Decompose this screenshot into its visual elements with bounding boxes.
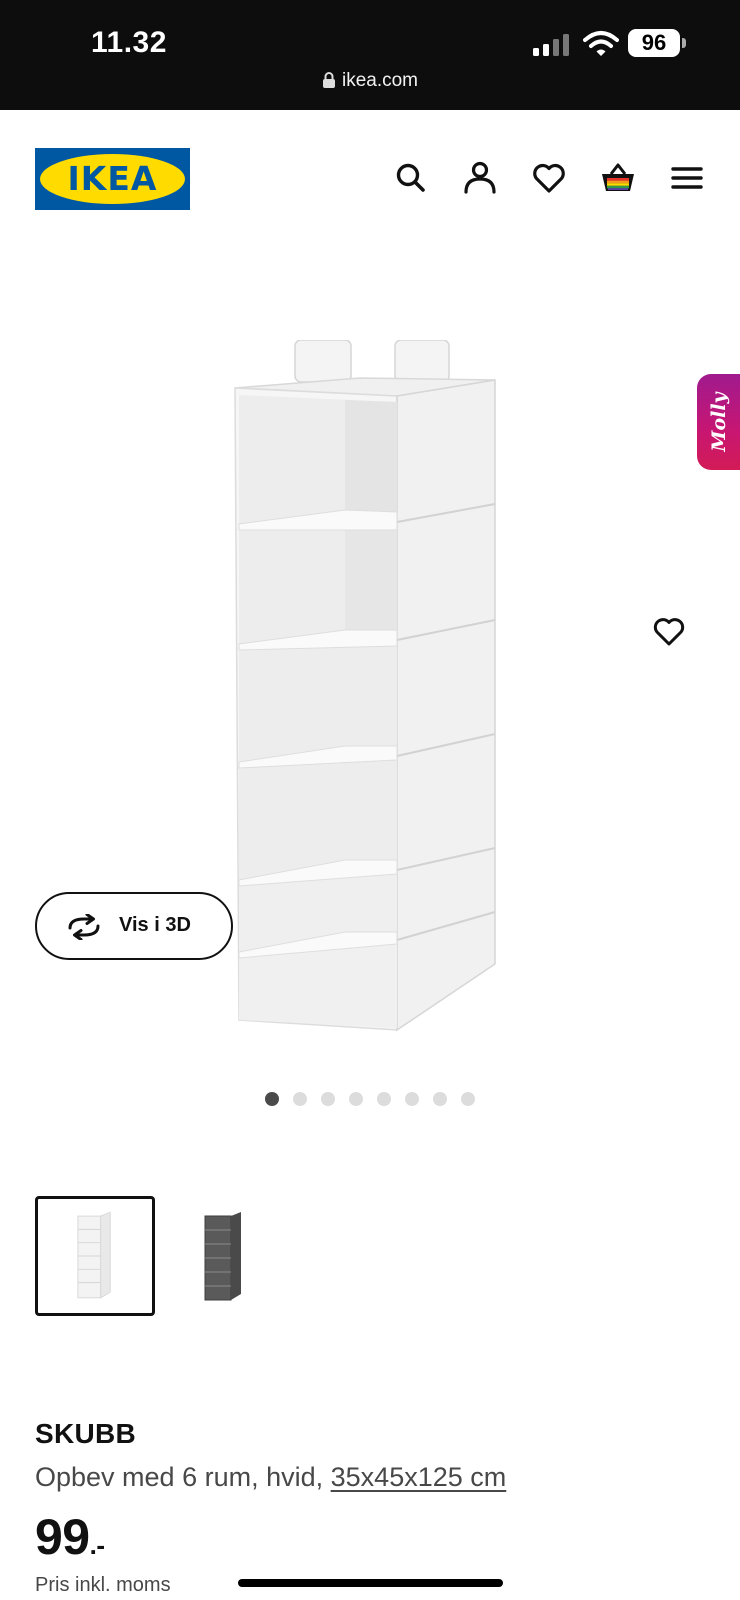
product-name: SKUBB bbox=[35, 1418, 137, 1449]
product-image[interactable] bbox=[225, 340, 515, 1060]
variant-thumb-dark-grey[interactable] bbox=[165, 1196, 285, 1316]
search-button[interactable] bbox=[391, 158, 431, 198]
carousel-dot[interactable] bbox=[349, 1092, 363, 1106]
rotate-3d-icon bbox=[68, 914, 100, 940]
carousel-dot[interactable] bbox=[405, 1092, 419, 1106]
signal-icon bbox=[533, 34, 569, 56]
view-3d-label: Vis i 3D bbox=[119, 914, 191, 936]
battery-level: 96 bbox=[628, 29, 680, 57]
logo-text: IKEA bbox=[67, 159, 158, 198]
vat-note: Pris inkl. moms bbox=[35, 1574, 171, 1596]
variant-thumb-white[interactable] bbox=[35, 1196, 155, 1316]
heart-icon bbox=[653, 618, 685, 646]
carousel-dot[interactable] bbox=[321, 1092, 335, 1106]
view-3d-button[interactable]: Vis i 3D bbox=[35, 892, 233, 960]
status-time: 11.32 bbox=[91, 26, 167, 59]
price-value: 99 bbox=[35, 1509, 90, 1565]
carousel-dot-active[interactable] bbox=[265, 1092, 279, 1106]
account-icon bbox=[464, 161, 496, 194]
product-gallery[interactable] bbox=[0, 230, 740, 1110]
menu-icon bbox=[671, 167, 703, 189]
price-suffix: .- bbox=[89, 1530, 105, 1560]
menu-button[interactable] bbox=[667, 158, 707, 198]
carousel-dot[interactable] bbox=[293, 1092, 307, 1106]
product-dimensions-link[interactable]: 35x45x125 cm bbox=[331, 1462, 507, 1492]
basket-icon bbox=[602, 163, 634, 191]
variant-image-white bbox=[77, 1211, 111, 1299]
home-indicator[interactable] bbox=[238, 1579, 503, 1587]
carousel-dot[interactable] bbox=[433, 1092, 447, 1106]
ikea-logo[interactable]: IKEA ® bbox=[35, 148, 190, 210]
basket-button[interactable] bbox=[598, 158, 638, 198]
product-description-text: Opbev med 6 rum, hvid, bbox=[35, 1462, 331, 1492]
assistant-label: Molly bbox=[707, 392, 730, 452]
assistant-tab[interactable]: Molly bbox=[697, 374, 740, 470]
add-to-favourites-button[interactable] bbox=[650, 613, 688, 649]
favourites-button[interactable] bbox=[529, 158, 569, 198]
account-button[interactable] bbox=[460, 158, 500, 198]
status-bar: 11.32 96 ikea.com bbox=[0, 0, 740, 110]
search-icon bbox=[396, 163, 425, 192]
address-bar[interactable]: ikea.com bbox=[0, 70, 740, 92]
battery-tip bbox=[682, 38, 686, 48]
product-price: 99.- bbox=[35, 1508, 105, 1566]
carousel-dot[interactable] bbox=[461, 1092, 475, 1106]
registered-mark: ® bbox=[179, 153, 185, 162]
product-description: Opbev med 6 rum, hvid, 35x45x125 cm bbox=[35, 1462, 506, 1493]
battery-indicator: 96 bbox=[628, 29, 686, 57]
carousel-dot[interactable] bbox=[377, 1092, 391, 1106]
url-text: ikea.com bbox=[341, 70, 419, 91]
lock-icon bbox=[322, 72, 335, 88]
variant-image-dark-grey bbox=[204, 1212, 241, 1301]
heart-icon bbox=[533, 163, 565, 193]
wifi-icon bbox=[583, 31, 619, 56]
